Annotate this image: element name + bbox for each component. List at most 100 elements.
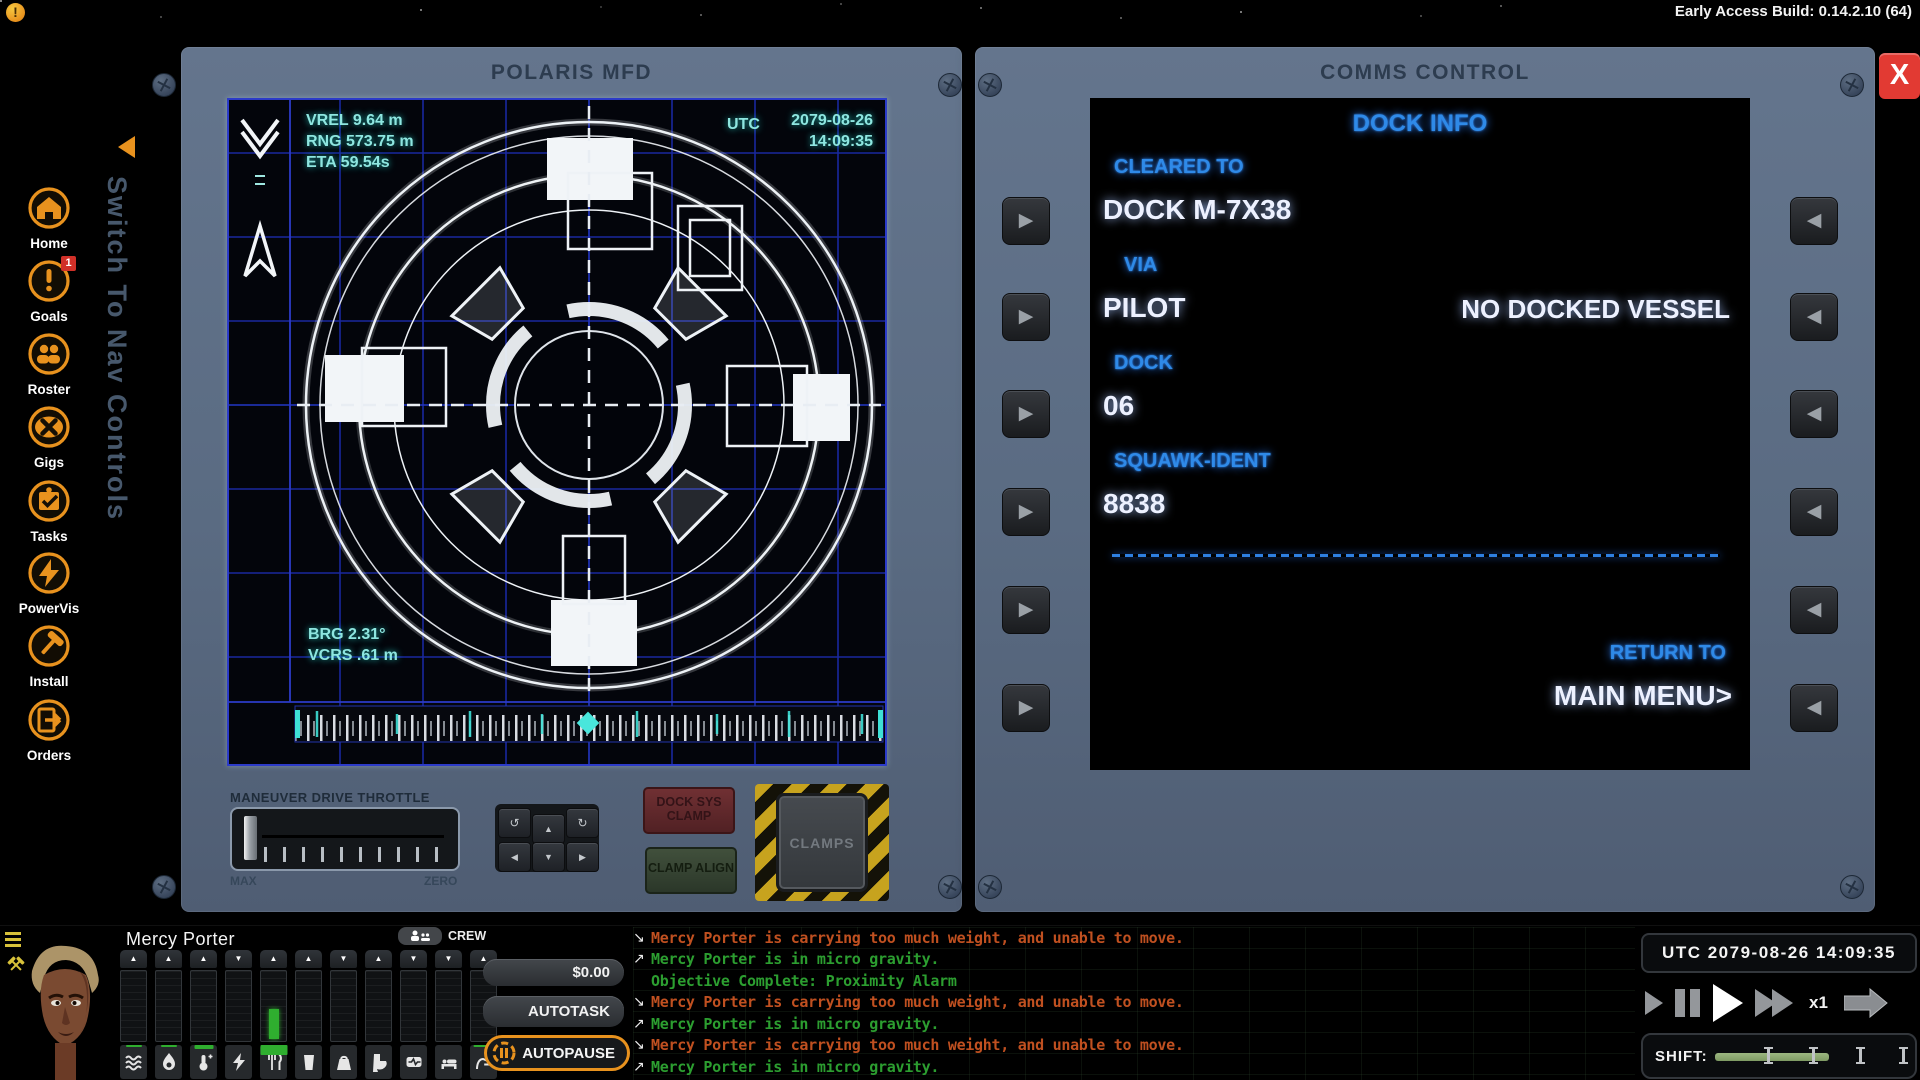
dock-sys-clamp-button[interactable]: DOCK SYS CLAMP <box>643 787 735 834</box>
stat-trend-icon[interactable]: ▲ <box>365 950 392 968</box>
sidebar-item-install[interactable]: Install <box>0 624 98 689</box>
lsk-left-button-5[interactable]: ▶ <box>1002 586 1050 634</box>
throttle-max-label: MAX <box>230 874 257 888</box>
sidebar-item-gigs[interactable]: Gigs <box>0 405 98 470</box>
log-row: ↘Mercy Porter is carrying too much weigh… <box>633 927 1635 949</box>
stat-track[interactable] <box>120 970 147 1042</box>
screw-icon <box>1840 875 1864 899</box>
stat-slider: ▲ <box>295 950 322 1042</box>
trend-down-icon: ↘ <box>633 994 651 1010</box>
play-slow-button[interactable] <box>1645 991 1663 1015</box>
health-icon <box>400 1045 427 1079</box>
stat-track[interactable] <box>400 970 427 1042</box>
lsk-right-button-1[interactable]: ◀ <box>1790 197 1838 245</box>
stat-track[interactable] <box>365 970 392 1042</box>
sidebar-item-home[interactable]: Home <box>0 186 98 251</box>
rotate-ccw-button[interactable]: ↺ <box>498 808 531 838</box>
crew-label: CREW <box>448 929 486 943</box>
sidebar-item-tasks[interactable]: Tasks <box>0 479 98 544</box>
crew-people-icon <box>409 930 431 942</box>
stat-trend-icon[interactable]: ▼ <box>435 950 462 968</box>
translate-up-button[interactable]: ▲ <box>532 814 565 844</box>
autotask-button[interactable]: AUTOTASK <box>483 996 624 1027</box>
lsk-right-button-6[interactable]: ◀ <box>1790 684 1838 732</box>
lsk-right-button-3[interactable]: ◀ <box>1790 390 1838 438</box>
screw-icon <box>938 875 962 899</box>
translate-right-button[interactable]: ▶ <box>566 842 599 872</box>
stat-slider: ▲ <box>260 950 287 1042</box>
stat-slider: ▼ <box>400 950 427 1042</box>
lsk-right-button-4[interactable]: ◀ <box>1790 488 1838 536</box>
mfd-date: 2079-08-26 <box>791 110 873 131</box>
collapse-arrow-icon[interactable] <box>118 136 135 158</box>
shift-tick-icon[interactable] <box>1902 1047 1905 1064</box>
pause-button[interactable] <box>1675 989 1705 1017</box>
crew-portrait[interactable] <box>22 939 108 1080</box>
panel-title: COMMS CONTROL <box>975 61 1875 85</box>
skip-arrow-button[interactable] <box>1844 988 1888 1018</box>
shift-tick-icon[interactable] <box>1859 1047 1862 1064</box>
stat-trend-icon[interactable]: ▲ <box>155 950 182 968</box>
screw-icon <box>978 73 1002 97</box>
goals-badge: 1 <box>61 256 76 271</box>
lsk-left-button-3[interactable]: ▶ <box>1002 390 1050 438</box>
autopause-button[interactable]: AUTOPAUSE <box>484 1035 630 1071</box>
trend-down-icon: ↘ <box>633 930 651 946</box>
sidebar-item-label: Home <box>0 236 98 251</box>
stat-track[interactable] <box>435 970 462 1042</box>
waves-icon <box>120 1045 147 1079</box>
stat-track[interactable] <box>260 970 287 1042</box>
warning-icon[interactable]: ! <box>6 3 25 22</box>
stat-trend-icon[interactable]: ▲ <box>295 950 322 968</box>
money-button[interactable]: $0.00 <box>483 959 624 986</box>
sidebar-item-powervis[interactable]: PowerVis <box>0 551 98 616</box>
comms-control-panel: COMMS CONTROL ▶ ▶ ▶ ▶ ▶ ▶ DOCK INFO CLEA… <box>975 47 1875 912</box>
close-button[interactable]: X <box>1879 53 1920 99</box>
screw-icon <box>152 73 176 97</box>
translate-down-button[interactable]: ▼ <box>532 842 565 872</box>
throttle-handle[interactable] <box>244 816 257 860</box>
lsk-left-button-4[interactable]: ▶ <box>1002 488 1050 536</box>
stat-track[interactable] <box>295 970 322 1042</box>
lsk-left-button-2[interactable]: ▶ <box>1002 293 1050 341</box>
screw-icon <box>938 73 962 97</box>
stat-track[interactable] <box>155 970 182 1042</box>
crew-chip-button[interactable] <box>398 927 442 945</box>
event-log[interactable]: ↘Mercy Porter is carrying too much weigh… <box>633 927 1635 1080</box>
throttle-track <box>262 835 444 838</box>
stat-track[interactable] <box>190 970 217 1042</box>
switch-to-nav-controls[interactable]: Switch To Nav Controls <box>101 176 132 556</box>
play-button[interactable] <box>1713 984 1743 1022</box>
stat-trend-icon[interactable]: ▼ <box>225 950 252 968</box>
mfd-time: 14:09:35 <box>809 131 873 152</box>
stat-trend-icon[interactable]: ▲ <box>260 950 287 968</box>
menu-icon[interactable] <box>5 932 21 950</box>
lsk-left-button-6[interactable]: ▶ <box>1002 684 1050 732</box>
stat-trend-icon[interactable]: ▼ <box>400 950 427 968</box>
hammer-icon <box>27 624 71 668</box>
lsk-left-button-1[interactable]: ▶ <box>1002 197 1050 245</box>
sidebar-item-orders[interactable]: Orders <box>0 698 98 763</box>
stat-trend-icon[interactable]: ▲ <box>120 950 147 968</box>
clamp-align-button[interactable]: CLAMP ALIGN <box>645 847 737 894</box>
squawk-label: SQUAWK-IDENT <box>1114 450 1271 473</box>
stat-track[interactable] <box>225 970 252 1042</box>
maneuver-throttle-slider[interactable] <box>230 807 460 871</box>
bottom-bar: Mercy Porter CREW ▲ ▲ ▲ ▼ ▲ ▲ ▼ ▲ ▼ ▼ ▲ … <box>0 925 1920 1080</box>
thermometer-icon <box>190 1045 217 1079</box>
dock-info-title: DOCK INFO <box>1353 110 1488 138</box>
dock-sys-clamp-line2: CLAMP <box>645 809 733 823</box>
cleared-to-value: DOCK M-7X38 <box>1103 194 1291 226</box>
stat-track[interactable] <box>330 970 357 1042</box>
sidebar-item-roster[interactable]: Roster <box>0 332 98 397</box>
stat-trend-icon[interactable]: ▼ <box>330 950 357 968</box>
translate-left-button[interactable]: ◀ <box>498 842 531 872</box>
stat-trend-icon[interactable]: ▲ <box>190 950 217 968</box>
lsk-right-button-2[interactable]: ◀ <box>1790 293 1838 341</box>
shift-tick-icon[interactable] <box>1767 1047 1770 1064</box>
shift-tick-icon[interactable] <box>1812 1047 1815 1064</box>
lsk-right-button-5[interactable]: ◀ <box>1790 586 1838 634</box>
fast-forward-button[interactable] <box>1755 989 1789 1017</box>
rotate-cw-button[interactable]: ↻ <box>566 808 599 838</box>
sidebar-item-goals[interactable]: 1 Goals <box>0 259 98 324</box>
